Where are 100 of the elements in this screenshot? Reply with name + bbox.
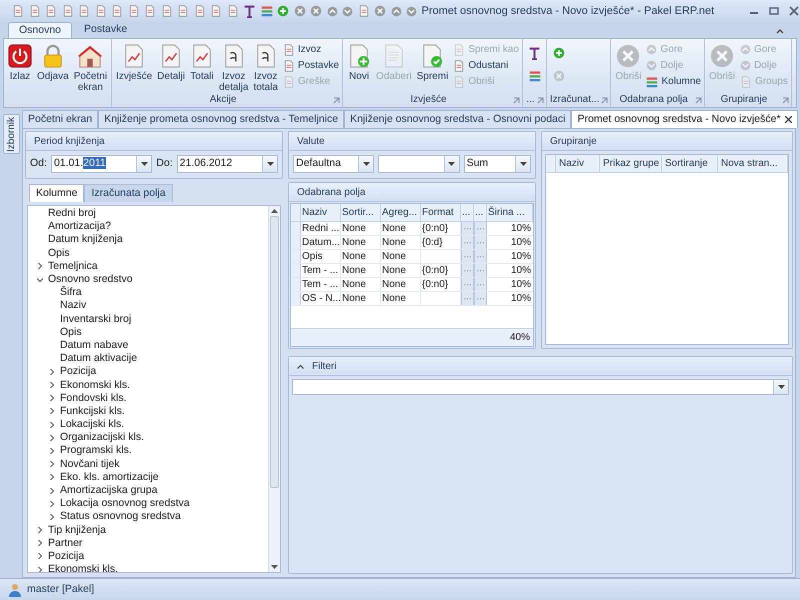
dialog-launcher-icon[interactable] <box>694 97 702 104</box>
column-header[interactable]: Naziv <box>556 155 600 172</box>
caret-icon <box>362 162 370 166</box>
tree-item[interactable]: Lokacija osnovnog sredstva <box>58 497 190 510</box>
dialog-launcher-icon[interactable] <box>333 97 340 104</box>
tree-item[interactable]: Temeljnica <box>46 260 98 273</box>
document-tab[interactable]: Promet osnovnog sredstva - Novo izvješće* <box>571 110 798 128</box>
tree-item[interactable]: Status osnovnog sredstva <box>58 510 181 524</box>
tree-item[interactable]: Amortizacija? <box>46 220 112 234</box>
ellipsis-button[interactable]: ··· <box>474 250 487 263</box>
tree-item[interactable]: Šifra <box>58 286 82 300</box>
tree-item[interactable]: Ekonomski kls. <box>58 378 130 392</box>
column-header[interactable]: Prikaz grupe <box>600 155 662 172</box>
tree-item[interactable]: Datum knjiženja <box>46 233 123 246</box>
dropdown-button[interactable] <box>515 156 530 172</box>
ribbon-button[interactable]: Izlaz <box>6 42 34 82</box>
combo-box[interactable]: Defaultna <box>293 155 374 173</box>
tree-item[interactable]: Eko. kls. amortizacije <box>58 470 159 484</box>
tree-item[interactable]: Programski kls. <box>58 444 132 458</box>
tree-item[interactable]: Lokacijski kls. <box>58 418 124 432</box>
ribbon-button[interactable]: Izvješće <box>114 42 154 82</box>
ribbon-tab[interactable]: Postavke <box>72 22 140 38</box>
tree-item[interactable]: Partner <box>46 536 82 550</box>
ribbon-button[interactable]: Spremi <box>414 42 450 82</box>
panel-tab[interactable]: Izračunata polja <box>84 184 173 202</box>
ribbon-tab[interactable]: Osnovno <box>8 22 72 38</box>
ellipsis-button[interactable]: ··· <box>474 292 487 305</box>
tree-item[interactable]: Tip knjiženja <box>46 524 106 537</box>
tree-item[interactable]: Organizacijski kls. <box>58 431 144 444</box>
date-field[interactable]: 01.01.2011 <box>50 155 152 173</box>
tree-item[interactable]: Datum nabave <box>58 338 128 352</box>
column-header[interactable]: Nova stran... <box>718 155 788 172</box>
tree-item[interactable]: Inventarski broj <box>58 312 132 326</box>
document-tab[interactable]: Knjiženje prometa osnovnog sredstva - Temeljnice <box>98 110 344 128</box>
ribbon-button[interactable]: Totali <box>188 42 216 82</box>
tree-item[interactable]: Novčani tijek <box>58 458 120 471</box>
column-header[interactable]: Širina ... <box>487 204 533 221</box>
tree-item[interactable]: Fondovski kls. <box>58 392 127 405</box>
tree-item[interactable]: Naziv <box>58 299 86 312</box>
dropdown-button[interactable] <box>444 156 459 172</box>
tree-item[interactable]: Opis <box>46 246 70 260</box>
dialog-launcher-icon[interactable] <box>601 97 608 104</box>
ribbon-button[interactable]: Odustani <box>452 58 520 73</box>
dropdown-button[interactable] <box>136 156 152 172</box>
dropdown-button[interactable] <box>358 156 374 172</box>
ellipsis-button[interactable]: ··· <box>461 250 474 263</box>
restore-icon[interactable] <box>768 6 779 16</box>
scrollbar[interactable] <box>268 206 280 572</box>
ribbon-button[interactable]: Kolumne <box>645 74 702 89</box>
tree-item[interactable]: Ekonomski kls. <box>46 563 118 572</box>
document-tab[interactable]: Knjiženje osnovnog sredstva - Osnovni podaci <box>344 110 572 128</box>
ellipsis-button[interactable]: ··· <box>474 264 487 277</box>
ellipsis-button[interactable]: ··· <box>461 222 474 235</box>
dropdown-button[interactable] <box>262 156 277 172</box>
ellipsis-button[interactable]: ··· <box>474 278 487 291</box>
dialog-launcher-icon[interactable] <box>512 97 520 104</box>
document-icon <box>12 5 24 17</box>
collapse-icon[interactable] <box>297 364 304 368</box>
ellipsis-button[interactable]: ··· <box>474 222 487 235</box>
column-header[interactable]: Agreg... <box>381 204 421 221</box>
ribbon-button[interactable]: Detalji <box>155 42 187 82</box>
column-header[interactable]: Sortiranje <box>662 155 718 172</box>
bars-icon <box>528 70 541 82</box>
scroll-thumb[interactable] <box>270 216 279 488</box>
panel-tab[interactable]: Kolumne <box>29 184 84 202</box>
ribbon-button[interactable]: Početni ekran <box>72 42 110 93</box>
tree-item[interactable]: Redni broj <box>46 207 96 220</box>
column-header[interactable]: Naziv <box>301 204 341 221</box>
ribbon-button[interactable]: Izvoz totala <box>251 42 280 93</box>
side-tab[interactable]: Izbornik <box>2 114 20 154</box>
ribbon-button[interactable]: Novi <box>345 42 374 82</box>
ellipsis-button[interactable]: ··· <box>461 292 474 305</box>
document-tab[interactable]: Početni ekran <box>22 110 98 128</box>
ellipsis-button[interactable]: ··· <box>474 236 487 249</box>
dialog-launcher-icon[interactable] <box>782 97 789 104</box>
column-header[interactable]: ... <box>474 204 487 221</box>
ellipsis-button[interactable]: ··· <box>461 278 474 291</box>
column-header[interactable]: Sortir... <box>341 204 381 221</box>
ribbon-button[interactable]: Izvoz <box>282 42 340 57</box>
ribbon-button[interactable]: Postavke <box>282 58 340 73</box>
tree-item[interactable]: Pozicija <box>46 550 84 563</box>
ellipsis-button[interactable]: ··· <box>461 236 474 249</box>
ribbon-button[interactable]: Izvoz detalja <box>216 42 250 93</box>
tree-item[interactable]: Datum aktivacije <box>58 352 138 366</box>
date-field[interactable]: 21.06.2012 <box>176 155 278 173</box>
collapse-ribbon-icon[interactable] <box>776 28 784 34</box>
ribbon-button[interactable]: Odjava <box>35 42 71 82</box>
tree-item[interactable]: Funkcijski kls. <box>58 404 125 418</box>
tree-item[interactable]: Opis <box>58 326 82 339</box>
close-icon[interactable] <box>784 116 792 123</box>
table-cell-text: 10% <box>510 250 532 263</box>
ellipsis-button[interactable]: ··· <box>461 264 474 277</box>
dialog-launcher-icon[interactable] <box>536 97 544 104</box>
column-header[interactable]: ... <box>461 204 474 221</box>
tree-item[interactable]: Amortizacijska grupa <box>58 484 158 498</box>
tree-item[interactable]: Pozicija <box>58 365 96 378</box>
column-header[interactable]: Format <box>421 204 461 221</box>
combo-box[interactable]: Sum <box>464 155 532 173</box>
dropdown-button[interactable] <box>773 380 788 394</box>
tree-item[interactable]: Osnovno sredstvo <box>46 273 133 286</box>
